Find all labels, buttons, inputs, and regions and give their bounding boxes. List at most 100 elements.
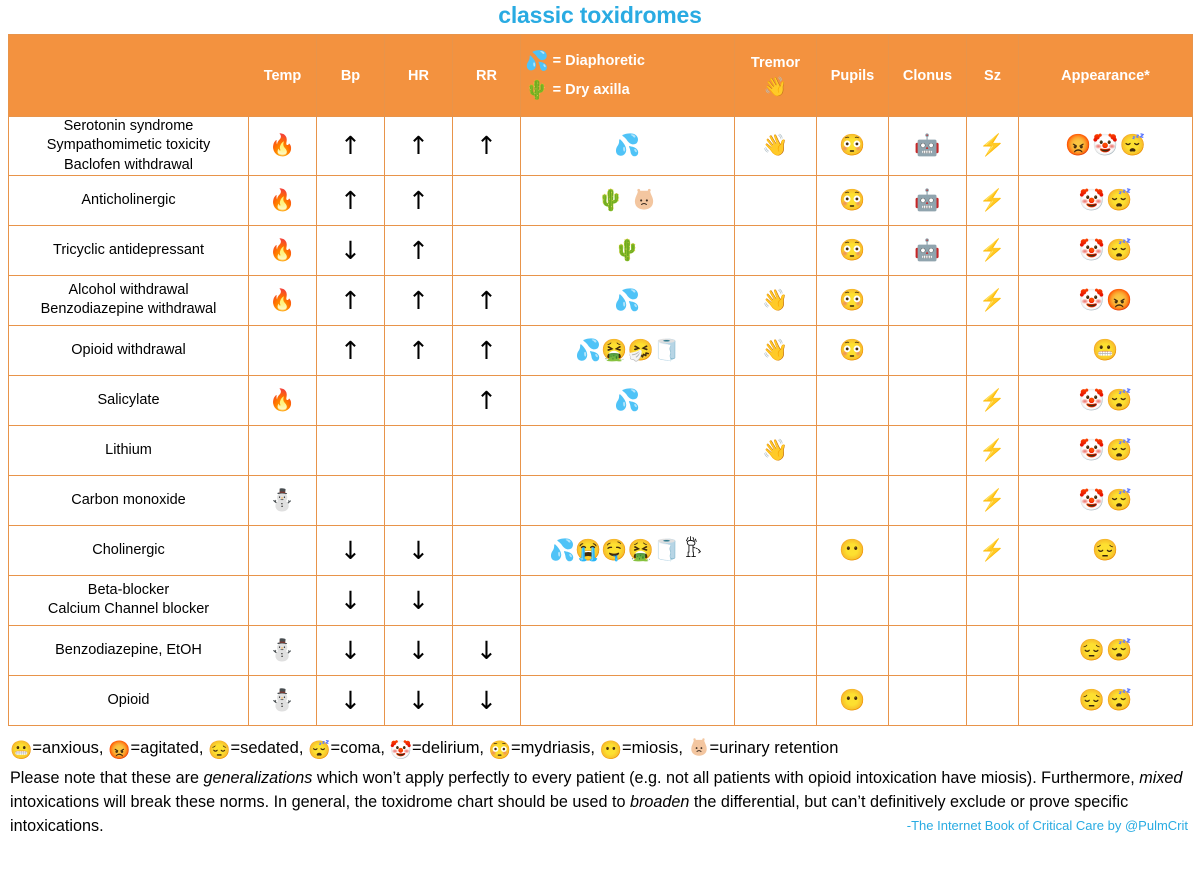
cell-clonus — [888, 574, 967, 626]
header-clonus: Clonus — [888, 34, 967, 118]
arrow-up-icon: ↑ — [340, 335, 361, 365]
appearance-cluster: 🤡 😴 — [1019, 440, 1192, 461]
notes-emph-generalizations: generalizations — [203, 769, 313, 788]
legend-entry: 😶=miosis, — [600, 739, 683, 760]
cell-pupils: 😶 — [816, 674, 889, 726]
cell-appearance: 😡 🤡 😴 — [1018, 116, 1193, 176]
cell-bp — [316, 474, 385, 526]
header-tremor: Tremor 👋 — [734, 34, 817, 118]
arrow-up-icon: ↑ — [408, 131, 429, 161]
cell-bp: ↓ — [316, 674, 385, 726]
arrow-up-icon: ↑ — [476, 335, 497, 365]
cell-temp — [248, 324, 317, 376]
toxidrome-name-line: Lithium — [105, 441, 152, 458]
arrow-down-icon: ↓ — [476, 685, 497, 715]
symptom-icon: 🤤 — [601, 538, 628, 562]
arrow-down-icon: ↓ — [340, 535, 361, 565]
urination-icon — [680, 535, 706, 565]
legend-label: =mydriasis, — [511, 738, 595, 757]
cell-tremor — [734, 474, 817, 526]
cell-tremor: 👋 — [734, 116, 817, 176]
cell-sz: ⚡ — [966, 224, 1019, 276]
cell-clonus: 🤖 — [888, 116, 967, 176]
cell-temp: 🔥 — [248, 116, 317, 176]
symptom-icon: 💦 — [575, 338, 602, 362]
legend-dry-axilla: 🌵 = Dry axilla — [525, 81, 630, 100]
toxidrome-chart-page: classic toxidromes Temp Bp HR RR 💦 = Dia… — [0, 0, 1200, 880]
cell-temp — [248, 524, 317, 576]
symptom-icon: 😳 — [839, 238, 866, 262]
cell-bp: ↑ — [316, 324, 385, 376]
notes-emph-mixed: mixed — [1139, 769, 1183, 788]
arrow-up-icon: ↑ — [408, 235, 429, 265]
legend-entry: =urinary retention — [688, 737, 838, 757]
cell-sz: ⚡ — [966, 116, 1019, 176]
symptom-icon: 😴 — [1106, 638, 1133, 662]
symptom-icon: 🔥 — [269, 288, 296, 312]
symptom-icon: 😳 — [839, 188, 866, 212]
appearance-cluster: 😔 😴 — [1019, 690, 1192, 711]
cell-hr — [384, 374, 453, 426]
cell-sz: ⚡ — [966, 174, 1019, 226]
cell-sz: ⚡ — [966, 274, 1019, 326]
cactus-icon: 🌵 — [525, 79, 549, 101]
cell-appearance: 😔 😴 — [1018, 624, 1193, 676]
appearance-cluster: 🤡 😡 — [1019, 290, 1192, 311]
row-toxidrome-name: Opioid withdrawal — [8, 324, 249, 376]
legend-icon: 😡 — [108, 739, 131, 760]
appearance-cluster: 🤡 😴 — [1019, 490, 1192, 511]
symptom-icon: 👋 — [762, 134, 789, 158]
toxidrome-name-line: Opioid withdrawal — [71, 341, 186, 358]
cell-hr: ↓ — [384, 524, 453, 576]
symptom-icon: ⛄ — [269, 488, 296, 512]
cell-appearance: 🤡 😴 — [1018, 474, 1193, 526]
symptom-icon: ⚡ — [979, 238, 1006, 262]
cell-hr: ↑ — [384, 324, 453, 376]
symptom-icon: 😔 — [1078, 688, 1105, 712]
symptom-icon: 👋 — [762, 338, 789, 362]
row-toxidrome-name: Serotonin syndrome Sympathomimetic toxici… — [8, 116, 249, 176]
cell-hr: ↑ — [384, 116, 453, 176]
legend-label: =anxious, — [32, 738, 104, 757]
symptom-icon: 😔 — [1078, 638, 1105, 662]
cell-appearance: 🤡 😴 — [1018, 374, 1193, 426]
symptom-icon: 😔 — [1092, 538, 1119, 562]
arrow-down-icon: ↓ — [408, 535, 429, 565]
symptom-icon: 🧻 — [653, 338, 680, 362]
cell-temp: 🔥 — [248, 224, 317, 276]
legend-label: =agitated, — [130, 738, 204, 757]
cell-sz — [966, 624, 1019, 676]
table-row: Carbon monoxide ⛄ ⚡ 🤡 😴 — [8, 474, 1193, 526]
toxidrome-name-line: Serotonin syndrome — [63, 118, 194, 135]
legend-diaphoretic: 💦 = Diaphoretic — [525, 52, 645, 71]
symptom-icon: 🤮 — [601, 338, 628, 362]
cell-sz — [966, 574, 1019, 626]
table-row: Opioid withdrawal ↑ ↑ ↑ 💦 🤮 🤧 🧻 👋 😳 😬 — [8, 324, 1193, 376]
cell-clonus — [888, 274, 967, 326]
symptom-icon: ⚡ — [979, 188, 1006, 212]
table-row: Cholinergic ↓ ↓ 💦 😭 🤤 🤮 🧻 😶 ⚡ 😔 — [8, 524, 1193, 576]
symptom-icon: 😴 — [1106, 388, 1133, 412]
cell-pupils — [816, 474, 889, 526]
symptom-icon: ⚡ — [979, 488, 1006, 512]
table-body: Serotonin syndrome Sympathomimetic toxici… — [8, 116, 1193, 726]
legend-icon: 😬 — [10, 739, 33, 760]
cell-tremor — [734, 624, 817, 676]
cell-pupils: 😳 — [816, 224, 889, 276]
cell-clonus — [888, 324, 967, 376]
cell-clonus — [888, 674, 967, 726]
cell-sz: ⚡ — [966, 374, 1019, 426]
cell-skin-secretions: 🌵 — [520, 174, 735, 226]
symptom-icon: ⚡ — [979, 288, 1006, 312]
notes-text-a: Please note that these are — [10, 769, 204, 788]
symptom-icon: 😳 — [839, 134, 866, 158]
cell-temp: ⛄ — [248, 474, 317, 526]
appearance-cluster: 😬 — [1019, 340, 1192, 361]
toxidrome-name-line: Alcohol withdrawal — [68, 282, 189, 299]
cell-skin-secretions: 💦 😭 🤤 🤮 🧻 — [520, 524, 735, 576]
arrow-up-icon: ↑ — [476, 385, 497, 415]
symptom-cluster: 💦 — [521, 135, 734, 156]
cell-hr — [384, 424, 453, 476]
cell-skin-secretions — [520, 674, 735, 726]
cell-tremor: 👋 — [734, 424, 817, 476]
